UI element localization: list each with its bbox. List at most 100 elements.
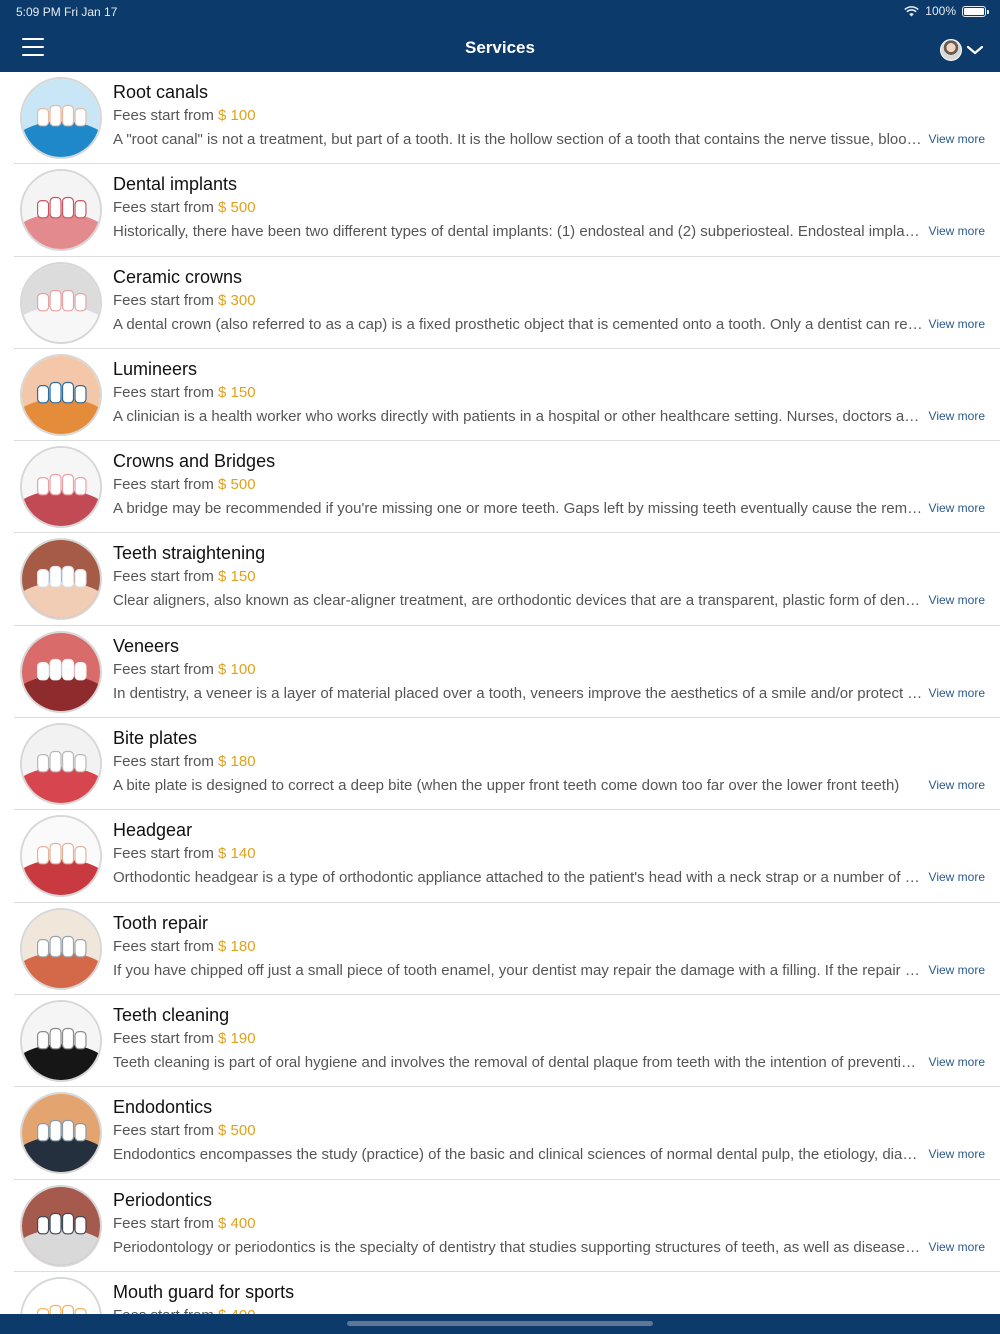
battery-percent: 100% bbox=[925, 4, 956, 18]
fees-label: Fees start from bbox=[113, 937, 219, 955]
service-description: Teeth cleaning is part of oral hygiene a… bbox=[113, 1053, 923, 1071]
status-indicators: 100% bbox=[904, 4, 989, 18]
fees-label: Fees start from bbox=[113, 476, 219, 494]
service-row[interactable]: Headgear Fees start from $ 140 Orthodont… bbox=[14, 810, 1000, 903]
view-more-link[interactable]: View more bbox=[929, 963, 985, 977]
service-description: Orthodontic headgear is a type of orthod… bbox=[113, 869, 923, 887]
service-fees: Fees start from $ 180 bbox=[113, 938, 256, 955]
headgear-thumbnail bbox=[20, 815, 102, 898]
service-price: $ 150 bbox=[218, 568, 256, 586]
services-list[interactable]: Root canals Fees start from $ 100 A "roo… bbox=[0, 72, 1000, 1314]
page-title: Services bbox=[465, 38, 535, 57]
view-more-link[interactable]: View more bbox=[929, 778, 985, 792]
service-fees: Fees start from $ 180 bbox=[113, 753, 256, 770]
service-price: $ 190 bbox=[218, 1029, 256, 1047]
view-more-link[interactable]: View more bbox=[929, 1240, 985, 1254]
service-name: Bite plates bbox=[113, 728, 198, 749]
service-name: Tooth repair bbox=[113, 912, 209, 933]
view-more-link[interactable]: View more bbox=[929, 1147, 985, 1161]
teeth-cleaning-thumbnail bbox=[20, 999, 102, 1082]
home-indicator[interactable] bbox=[347, 1321, 653, 1326]
service-description: Clear aligners, also known as clear-alig… bbox=[113, 592, 923, 610]
view-more-link[interactable]: View more bbox=[929, 132, 985, 146]
service-name: Ceramic crowns bbox=[113, 266, 243, 287]
service-fees: Fees start from $ 100 bbox=[113, 661, 256, 678]
service-price: $ 400 bbox=[218, 1214, 256, 1232]
status-time: 5:09 PM Fri Jan 17 bbox=[16, 5, 118, 19]
service-price: $ 180 bbox=[218, 753, 256, 771]
fees-label: Fees start from bbox=[113, 1029, 219, 1047]
service-description: If you have chipped off just a small pie… bbox=[113, 961, 923, 979]
service-name: Lumineers bbox=[113, 358, 198, 379]
view-more-link[interactable]: View more bbox=[929, 593, 985, 607]
fees-label: Fees start from bbox=[113, 1307, 218, 1314]
service-row[interactable]: Teeth straightening Fees start from $ 15… bbox=[14, 533, 1000, 626]
view-more-link[interactable]: View more bbox=[929, 686, 985, 700]
fees-label: Fees start from bbox=[113, 845, 219, 863]
service-description: A clinician is a health worker who works… bbox=[113, 407, 923, 425]
fees-label: Fees start from bbox=[113, 660, 219, 678]
service-row[interactable]: Ceramic crowns Fees start from $ 300 A d… bbox=[14, 257, 1000, 349]
service-fees: Fees start from $ 400 bbox=[113, 1215, 256, 1232]
service-row[interactable]: Crowns and Bridges Fees start from $ 500… bbox=[14, 441, 1000, 534]
service-description: A "root canal" is not a treatment, but p… bbox=[113, 131, 923, 148]
service-row[interactable]: Veneers Fees start from $ 100 In dentist… bbox=[14, 626, 1000, 719]
fees-label: Fees start from bbox=[113, 199, 219, 217]
service-description: Endodontics encompasses the study (pract… bbox=[113, 1146, 923, 1164]
service-name: Headgear bbox=[113, 820, 193, 841]
service-fees: Fees start from $ 500 bbox=[113, 476, 256, 493]
profile-menu-button[interactable] bbox=[940, 39, 984, 61]
dental-implant-thumbnail bbox=[20, 169, 102, 252]
tooth-repair-thumbnail bbox=[20, 907, 102, 990]
service-description: Periodontology or periodontics is the sp… bbox=[113, 1238, 923, 1256]
view-more-link[interactable]: View more bbox=[929, 317, 985, 331]
service-row[interactable]: Periodontics Fees start from $ 400 Perio… bbox=[14, 1180, 1000, 1272]
service-price: $ 500 bbox=[218, 476, 256, 494]
service-fees: Fees start from $ 150 bbox=[113, 568, 256, 585]
service-row[interactable]: Endodontics Fees start from $ 500 Endodo… bbox=[14, 1087, 1000, 1180]
crown-bridge-thumbnail bbox=[20, 446, 102, 529]
service-fees: Fees start from $ 150 bbox=[113, 384, 256, 401]
service-name: Endodontics bbox=[113, 1097, 213, 1118]
fees-label: Fees start from bbox=[113, 107, 219, 124]
service-price: $ 500 bbox=[218, 1122, 256, 1140]
fees-label: Fees start from bbox=[113, 1214, 219, 1232]
service-fees: Fees start from $ 500 bbox=[113, 199, 256, 216]
service-row[interactable]: Mouth guard for sports Fees start from $… bbox=[14, 1272, 1000, 1314]
bite-plate-thumbnail bbox=[20, 723, 102, 806]
view-more-link[interactable]: View more bbox=[929, 501, 985, 515]
service-price: $ 300 bbox=[218, 291, 256, 309]
service-price: $ 400 bbox=[218, 1307, 256, 1314]
service-row[interactable]: Dental implants Fees start from $ 500 Hi… bbox=[14, 164, 1000, 257]
service-fees: Fees start from $ 100 bbox=[113, 107, 256, 124]
view-more-link[interactable]: View more bbox=[929, 224, 985, 238]
service-fees: Fees start from $ 300 bbox=[113, 292, 256, 309]
service-name: Teeth straightening bbox=[113, 543, 266, 564]
service-row[interactable]: Tooth repair Fees start from $ 180 If yo… bbox=[14, 903, 1000, 995]
view-more-link[interactable]: View more bbox=[929, 870, 985, 884]
service-fees: Fees start from $ 400 bbox=[113, 1307, 256, 1314]
teeth-straightening-thumbnail bbox=[20, 538, 102, 621]
service-name: Crowns and Bridges bbox=[113, 451, 276, 472]
service-description: In dentistry, a veneer is a layer of mat… bbox=[113, 684, 923, 702]
service-price: $ 500 bbox=[218, 199, 256, 217]
view-more-link[interactable]: View more bbox=[929, 1055, 985, 1069]
service-price: $ 150 bbox=[218, 383, 256, 401]
service-row[interactable]: Root canals Fees start from $ 100 A "roo… bbox=[14, 72, 1000, 165]
wifi-icon bbox=[904, 5, 920, 16]
lumineers-thumbnail bbox=[20, 353, 102, 436]
service-description: A dental crown (also referred to as a ca… bbox=[113, 315, 923, 333]
service-row[interactable]: Teeth cleaning Fees start from $ 190 Tee… bbox=[14, 995, 1000, 1088]
service-name: Mouth guard for sports bbox=[113, 1281, 295, 1302]
service-name: Periodontics bbox=[113, 1189, 213, 1210]
service-row[interactable]: Bite plates Fees start from $ 180 A bite… bbox=[14, 718, 1000, 811]
ceramic-crown-thumbnail bbox=[20, 261, 102, 344]
avatar[interactable] bbox=[940, 39, 962, 61]
view-more-link[interactable]: View more bbox=[929, 409, 985, 423]
chevron-down-icon[interactable] bbox=[966, 44, 984, 56]
service-row[interactable]: Lumineers Fees start from $ 150 A clinic… bbox=[14, 349, 1000, 442]
service-name: Dental implants bbox=[113, 174, 238, 195]
fees-label: Fees start from bbox=[113, 1122, 219, 1140]
service-fees: Fees start from $ 140 bbox=[113, 845, 256, 862]
service-description: A bite plate is designed to correct a de… bbox=[113, 777, 900, 795]
